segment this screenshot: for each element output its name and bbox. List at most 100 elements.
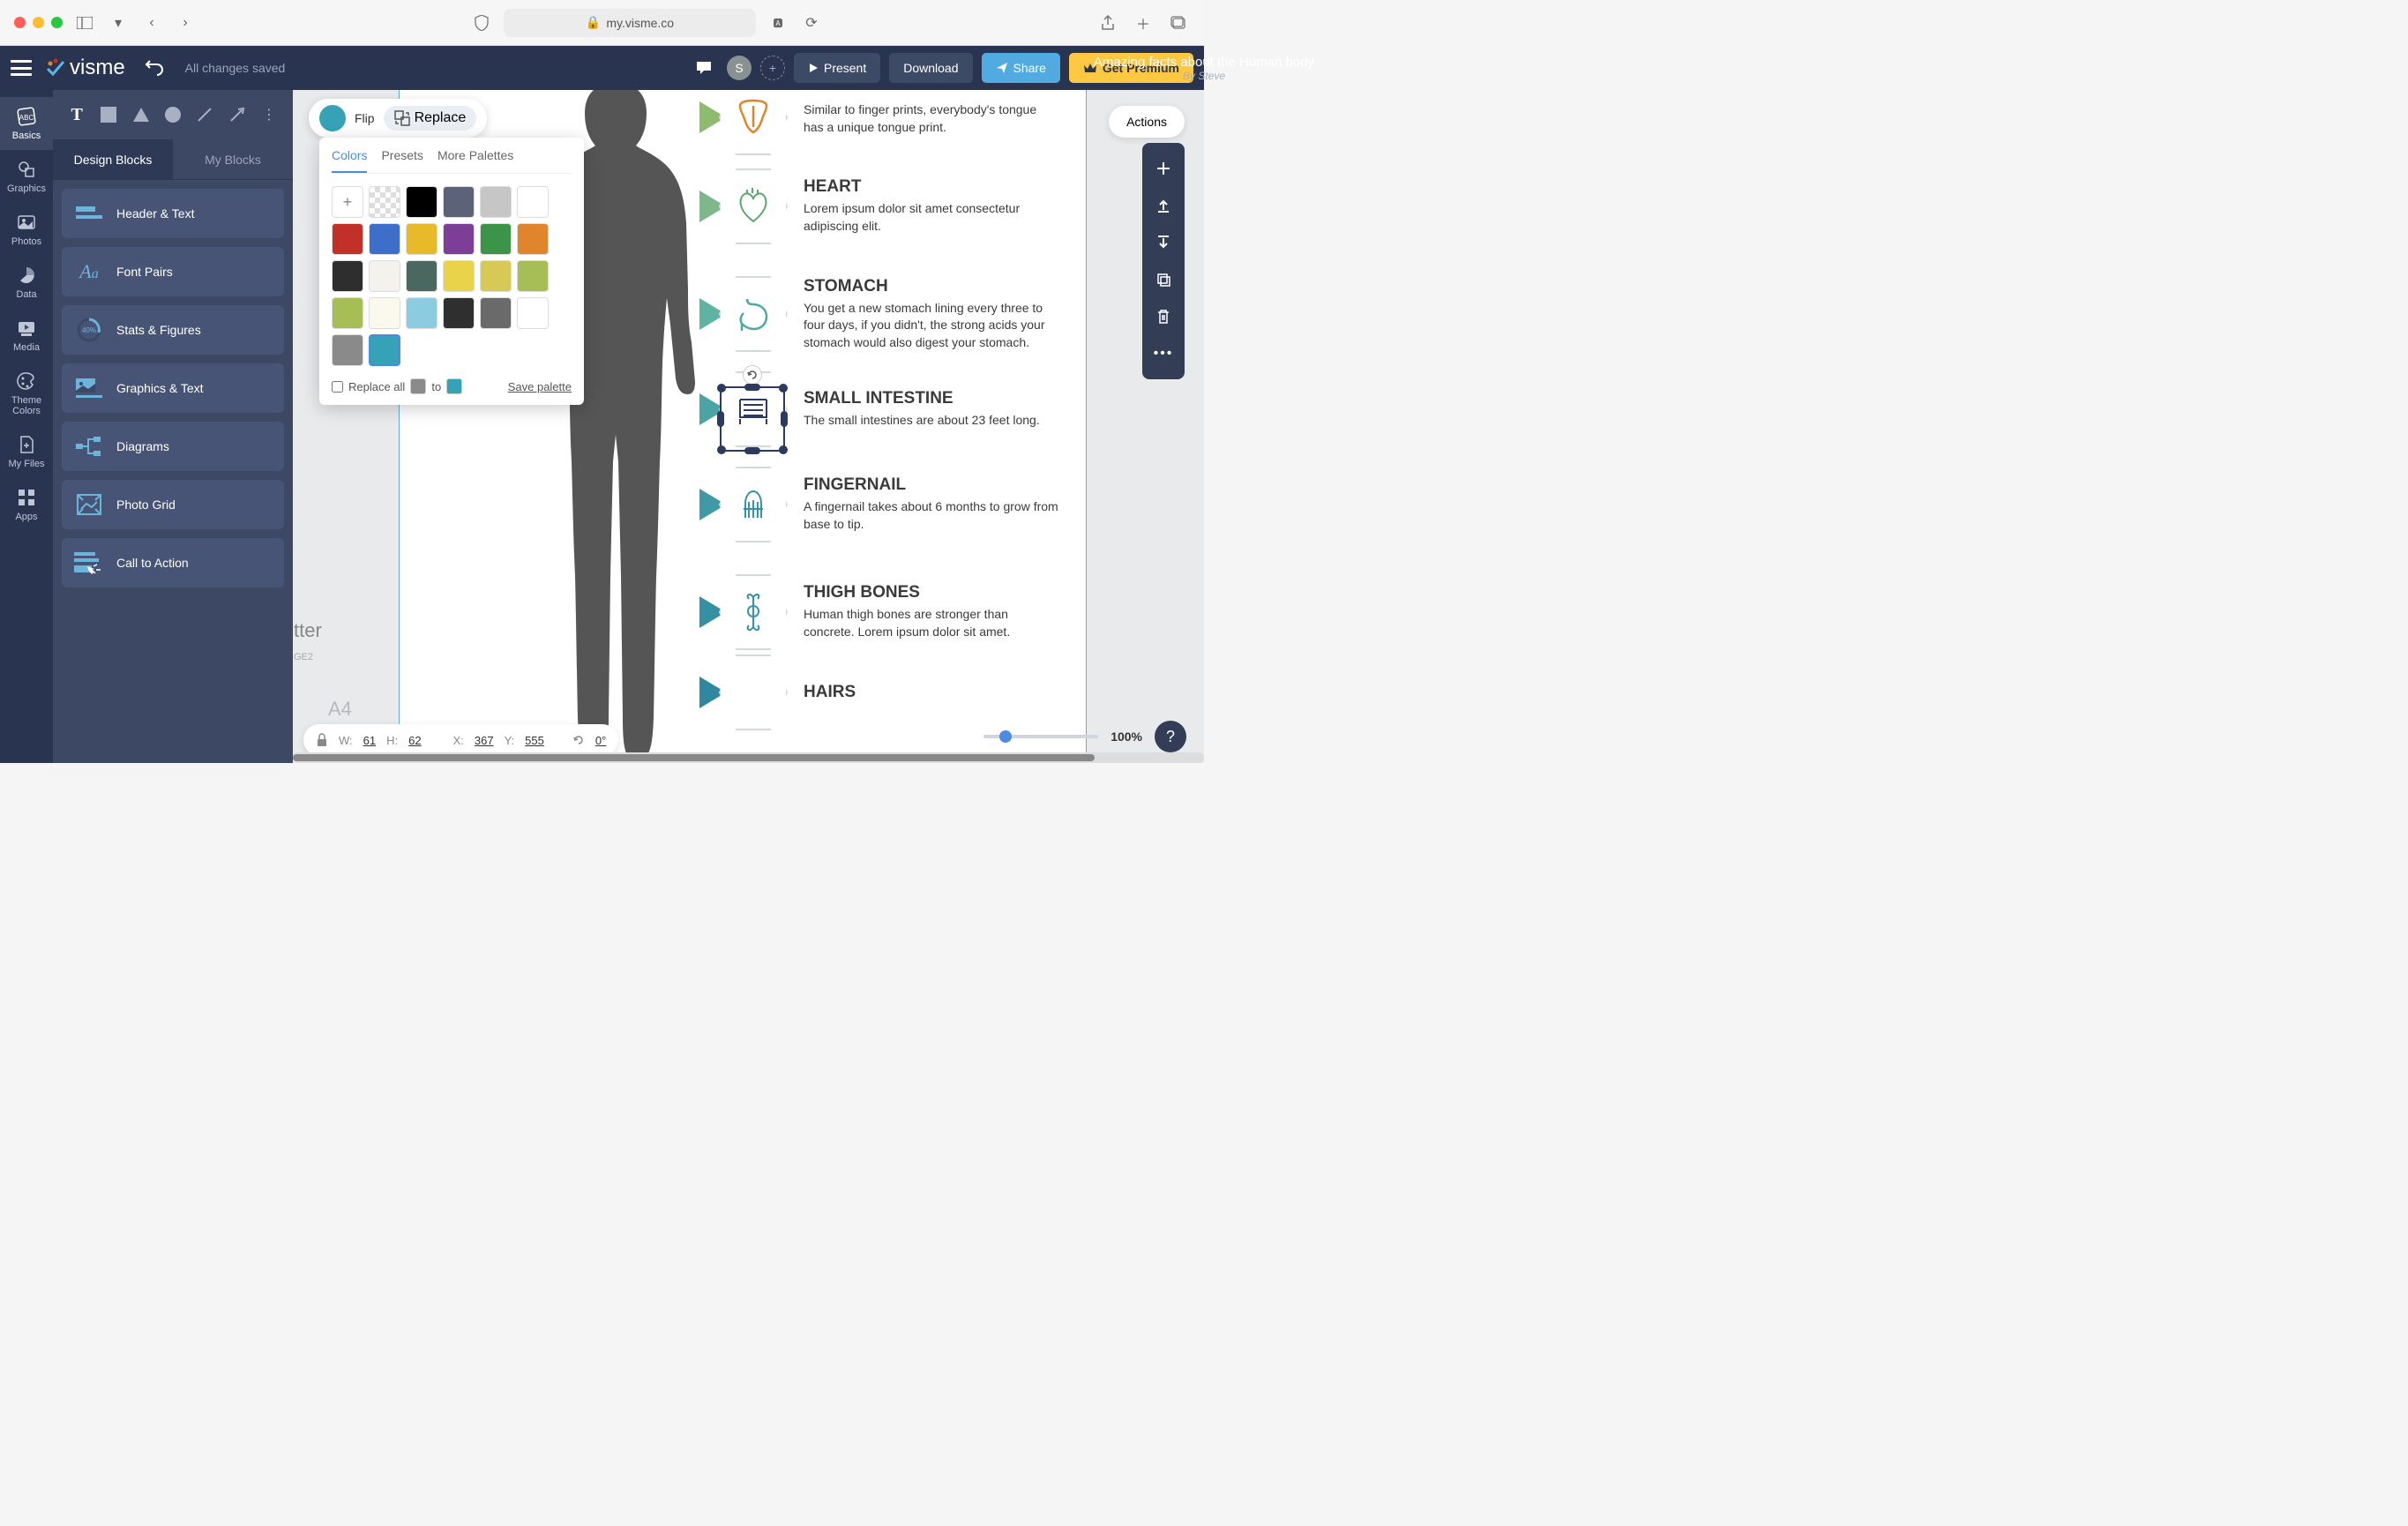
color-swatch[interactable] <box>480 260 512 292</box>
resize-handle-lm[interactable] <box>717 411 724 427</box>
resize-handle-rm[interactable] <box>781 411 788 427</box>
share-button[interactable]: Share <box>982 53 1060 83</box>
color-swatch[interactable] <box>369 260 400 292</box>
palette-tab-colors[interactable]: Colors <box>332 148 367 173</box>
zoom-value[interactable]: 100% <box>1111 729 1142 744</box>
block-font-pairs[interactable]: Aa Font Pairs <box>62 247 284 296</box>
zoom-thumb[interactable] <box>999 730 1012 743</box>
block-call-to-action[interactable]: Call to Action <box>62 538 284 587</box>
rotation-value[interactable]: 0° <box>595 734 606 747</box>
actions-button[interactable]: Actions <box>1109 106 1185 138</box>
delete-icon[interactable] <box>1146 298 1181 335</box>
lock-icon[interactable] <box>316 733 328 747</box>
block-graphics-text[interactable]: Graphics & Text <box>62 363 284 413</box>
user-avatar[interactable]: S <box>727 56 752 80</box>
comment-icon[interactable] <box>690 54 718 82</box>
body-item-stomach[interactable]: STOMACHYou get a new stomach lining ever… <box>699 260 1059 368</box>
block-diagrams[interactable]: Diagrams <box>62 422 284 471</box>
arrow-tool[interactable] <box>225 100 248 130</box>
color-swatch[interactable] <box>406 297 437 329</box>
forward-icon[interactable]: › <box>174 11 197 34</box>
logo[interactable]: visme <box>46 56 125 80</box>
color-swatch[interactable] <box>332 334 363 366</box>
triangle-tool[interactable] <box>130 100 153 130</box>
color-swatch[interactable] <box>406 223 437 255</box>
color-swatch[interactable] <box>517 297 549 329</box>
url-bar[interactable]: 🔒 my.visme.co <box>504 9 756 37</box>
send-backward-icon[interactable] <box>1146 224 1181 261</box>
color-swatch[interactable] <box>443 297 475 329</box>
rail-theme-colors[interactable]: Theme Colors <box>0 362 53 425</box>
doc-title[interactable]: Amazing facts about the Human body <box>1094 55 1314 70</box>
present-button[interactable]: Present <box>794 53 880 83</box>
replace-from-swatch[interactable] <box>410 378 426 394</box>
rail-apps[interactable]: Apps <box>0 478 53 531</box>
color-swatch[interactable] <box>443 260 475 292</box>
rail-photos[interactable]: Photos <box>0 203 53 256</box>
color-swatch[interactable] <box>517 260 549 292</box>
share-icon[interactable] <box>1096 11 1119 34</box>
canvas-area[interactable]: tter GE2 A4 Similar to finger prints, ev… <box>293 90 1204 763</box>
color-swatch[interactable] <box>517 223 549 255</box>
tab-design-blocks[interactable]: Design Blocks <box>53 139 173 179</box>
resize-handle-tl[interactable] <box>717 384 726 393</box>
color-swatch[interactable] <box>480 186 512 218</box>
replace-to-swatch[interactable] <box>446 378 462 394</box>
rail-media[interactable]: Media <box>0 309 53 362</box>
x-value[interactable]: 367 <box>475 734 494 747</box>
color-swatch[interactable]: + <box>332 186 363 218</box>
color-swatch[interactable] <box>517 186 549 218</box>
add-collaborator-icon[interactable]: + <box>760 56 785 80</box>
help-button[interactable]: ? <box>1155 721 1186 752</box>
color-swatch[interactable] <box>332 297 363 329</box>
y-value[interactable]: 555 <box>525 734 544 747</box>
rotate-handle[interactable] <box>743 365 762 385</box>
color-swatch[interactable] <box>480 297 512 329</box>
line-tool[interactable] <box>193 100 216 130</box>
color-swatch[interactable] <box>443 223 475 255</box>
color-swatch[interactable] <box>369 297 400 329</box>
flip-button[interactable]: Flip <box>355 111 375 125</box>
w-value[interactable]: 61 <box>363 734 376 747</box>
zoom-slider[interactable] <box>983 735 1098 738</box>
replace-button[interactable]: Replace <box>384 106 477 131</box>
reload-icon[interactable]: ⟳ <box>800 11 823 34</box>
new-tab-icon[interactable]: ＋ <box>1132 11 1155 34</box>
sidebar-toggle-icon[interactable] <box>73 11 96 34</box>
palette-tab-presets[interactable]: Presets <box>381 148 423 173</box>
horizontal-scrollbar[interactable] <box>293 752 1204 763</box>
undo-icon[interactable] <box>145 57 166 79</box>
block-header-text[interactable]: Header & Text <box>62 189 284 238</box>
rail-my-files[interactable]: My Files <box>0 425 53 478</box>
download-button[interactable]: Download <box>889 53 972 83</box>
rail-basics[interactable]: ABC Basics <box>0 97 53 150</box>
circle-tool[interactable] <box>161 100 184 130</box>
resize-handle-br[interactable] <box>779 445 788 454</box>
h-value[interactable]: 62 <box>408 734 421 747</box>
menu-icon[interactable] <box>11 60 32 76</box>
color-swatch[interactable] <box>480 223 512 255</box>
shield-icon[interactable] <box>470 11 493 34</box>
more-icon[interactable]: ••• <box>1146 335 1181 372</box>
translate-icon[interactable]: 🅰 <box>767 11 789 34</box>
color-swatch[interactable] <box>406 260 437 292</box>
resize-handle-bm[interactable] <box>744 447 760 454</box>
duplicate-icon[interactable] <box>1146 261 1181 298</box>
resize-handle-bl[interactable] <box>717 445 726 454</box>
body-item-tongue[interactable]: Similar to finger prints, everybody's to… <box>699 90 1059 153</box>
resize-handle-tm[interactable] <box>744 384 760 391</box>
resize-handle-tr[interactable] <box>779 384 788 393</box>
color-swatch[interactable] <box>406 186 437 218</box>
bring-forward-icon[interactable] <box>1146 187 1181 224</box>
body-item-heart[interactable]: HEARTLorem ipsum dolor sit amet consecte… <box>699 153 1059 260</box>
body-item-fingernail[interactable]: FINGERNAILA fingernail takes about 6 mon… <box>699 451 1059 558</box>
replace-all-checkbox[interactable] <box>332 381 343 393</box>
body-item-hairs[interactable]: HAIRS <box>699 666 1059 719</box>
tabs-icon[interactable] <box>1167 11 1190 34</box>
back-icon[interactable]: ‹ <box>140 11 163 34</box>
close-window-icon[interactable] <box>14 17 26 28</box>
square-tool[interactable] <box>97 100 120 130</box>
body-item-thigh[interactable]: THIGH BONESHuman thigh bones are stronge… <box>699 558 1059 666</box>
maximize-window-icon[interactable] <box>51 17 63 28</box>
color-swatch[interactable] <box>369 186 400 218</box>
